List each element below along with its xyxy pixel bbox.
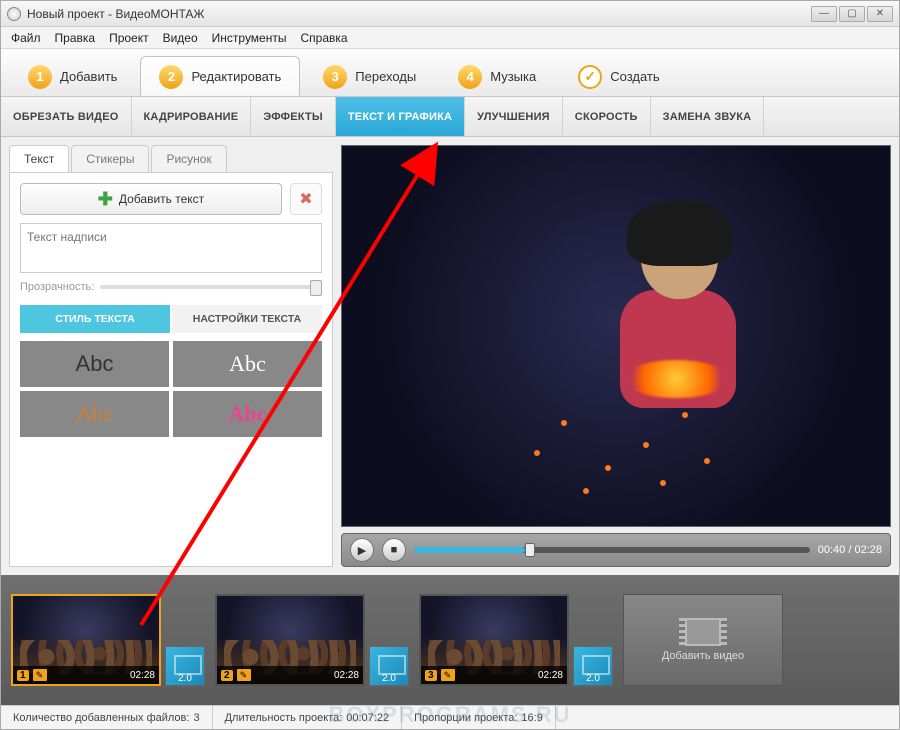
subtabs: Текст Стикеры Рисунок bbox=[9, 145, 333, 172]
pencil-icon[interactable]: ✎ bbox=[237, 669, 251, 681]
window-title: Новый проект - ВидеоМОНТАЖ bbox=[27, 7, 205, 21]
text-style-preset[interactable]: Abc bbox=[173, 341, 322, 387]
tool-text-graphics[interactable]: ТЕКСТ И ГРАФИКА bbox=[336, 97, 465, 136]
style-tabs: СТИЛЬ ТЕКСТА НАСТРОЙКИ ТЕКСТА bbox=[20, 305, 322, 333]
transition-slot[interactable]: 2.0 bbox=[369, 646, 409, 686]
player-controls: ▶ ■ 00:40 / 02:28 bbox=[341, 533, 891, 567]
clip-number: 3 bbox=[425, 670, 437, 681]
clip-number: 1 bbox=[17, 670, 29, 681]
timeline: 1 ✎ 02:28 2.0 2 ✎ 02:28 2.0 3 ✎ 02:28 2.0 Доба… bbox=[1, 575, 899, 705]
delete-icon: ✖ bbox=[299, 189, 312, 209]
menu-project[interactable]: Проект bbox=[109, 31, 149, 45]
tab-add[interactable]: 1Добавить bbox=[9, 56, 136, 96]
transition-slot[interactable]: 2.0 bbox=[165, 646, 205, 686]
tool-enhance[interactable]: УЛУЧШЕНИЯ bbox=[465, 97, 563, 136]
video-preview bbox=[341, 145, 891, 527]
caption-input[interactable] bbox=[20, 223, 322, 273]
stop-button[interactable]: ■ bbox=[382, 538, 406, 562]
menu-file[interactable]: Файл bbox=[11, 31, 41, 45]
menu-video[interactable]: Видео bbox=[163, 31, 198, 45]
check-icon: ✓ bbox=[578, 65, 602, 89]
text-style-preset[interactable]: Abc bbox=[20, 341, 169, 387]
opacity-slider[interactable] bbox=[100, 285, 322, 289]
left-panel: Текст Стикеры Рисунок ✚Добавить текст ✖ … bbox=[1, 137, 341, 575]
seek-bar[interactable] bbox=[414, 547, 810, 553]
preview-panel: ▶ ■ 00:40 / 02:28 bbox=[341, 137, 899, 575]
step-3-icon: 3 bbox=[323, 65, 347, 89]
film-icon bbox=[685, 618, 721, 646]
timeline-clip[interactable]: 3 ✎ 02:28 bbox=[419, 594, 569, 686]
edit-toolbar: ОБРЕЗАТЬ ВИДЕО КАДРИРОВАНИЕ ЭФФЕКТЫ ТЕКС… bbox=[1, 97, 899, 137]
menu-tools[interactable]: Инструменты bbox=[212, 31, 287, 45]
tool-effects[interactable]: ЭФФЕКТЫ bbox=[251, 97, 336, 136]
opacity-row: Прозрачность: bbox=[20, 281, 322, 293]
seek-knob[interactable] bbox=[525, 543, 535, 557]
opacity-label: Прозрачность: bbox=[20, 281, 94, 293]
styletab-style[interactable]: СТИЛЬ ТЕКСТА bbox=[20, 305, 170, 333]
menubar: Файл Правка Проект Видео Инструменты Спр… bbox=[1, 27, 899, 49]
seek-fill bbox=[414, 547, 525, 553]
content-area: Текст Стикеры Рисунок ✚Добавить текст ✖ … bbox=[1, 137, 899, 575]
subtab-text[interactable]: Текст bbox=[9, 145, 69, 172]
tab-edit[interactable]: 2Редактировать bbox=[140, 56, 300, 96]
close-button[interactable]: ✕ bbox=[867, 6, 893, 22]
menu-edit[interactable]: Правка bbox=[55, 31, 96, 45]
text-style-preset[interactable]: Abc bbox=[20, 391, 169, 437]
subtab-drawing[interactable]: Рисунок bbox=[151, 145, 226, 172]
text-style-preset[interactable]: Abc bbox=[173, 391, 322, 437]
step-2-icon: 2 bbox=[159, 65, 183, 89]
timeline-clip[interactable]: 1 ✎ 02:28 bbox=[11, 594, 161, 686]
delete-text-button[interactable]: ✖ bbox=[290, 183, 322, 215]
titlebar: Новый проект - ВидеоМОНТАЖ — ▢ ✕ bbox=[1, 1, 899, 27]
tool-speed[interactable]: СКОРОСТЬ bbox=[563, 97, 651, 136]
transition-slot[interactable]: 2.0 bbox=[573, 646, 613, 686]
tab-create[interactable]: ✓Создать bbox=[559, 56, 678, 96]
maximize-button[interactable]: ▢ bbox=[839, 6, 865, 22]
add-text-button[interactable]: ✚Добавить текст bbox=[20, 183, 282, 215]
pencil-icon[interactable]: ✎ bbox=[33, 669, 47, 681]
step-4-icon: 4 bbox=[458, 65, 482, 89]
tab-music[interactable]: 4Музыка bbox=[439, 56, 555, 96]
clip-duration: 02:28 bbox=[334, 670, 359, 681]
time-display: 00:40 / 02:28 bbox=[818, 544, 882, 556]
status-file-count: Количество добавленных файлов: 3 bbox=[1, 706, 213, 729]
clip-duration: 02:28 bbox=[130, 670, 155, 681]
app-window: Новый проект - ВидеоМОНТАЖ — ▢ ✕ Файл Пр… bbox=[0, 0, 900, 730]
play-button[interactable]: ▶ bbox=[350, 538, 374, 562]
text-panel: ✚Добавить текст ✖ Прозрачность: СТИЛЬ ТЕ… bbox=[9, 172, 333, 567]
styletab-settings[interactable]: НАСТРОЙКИ ТЕКСТА bbox=[172, 305, 322, 333]
pencil-icon[interactable]: ✎ bbox=[441, 669, 455, 681]
step-1-icon: 1 bbox=[28, 65, 52, 89]
status-duration: Длительность проекта: 00:07:22 bbox=[213, 706, 403, 729]
statusbar: Количество добавленных файлов: 3 Длитель… bbox=[1, 705, 899, 729]
plus-icon: ✚ bbox=[98, 189, 113, 210]
tool-crop[interactable]: КАДРИРОВАНИЕ bbox=[132, 97, 252, 136]
workflow-tabs: 1Добавить 2Редактировать 3Переходы 4Музы… bbox=[1, 49, 899, 97]
clip-number: 2 bbox=[221, 670, 233, 681]
tool-audio-replace[interactable]: ЗАМЕНА ЗВУКА bbox=[651, 97, 765, 136]
timeline-clip[interactable]: 2 ✎ 02:28 bbox=[215, 594, 365, 686]
status-aspect: Пропорции проекта: 16:9 bbox=[402, 706, 556, 729]
clip-duration: 02:28 bbox=[538, 670, 563, 681]
menu-help[interactable]: Справка bbox=[300, 31, 347, 45]
add-video-button[interactable]: Добавить видео bbox=[623, 594, 783, 686]
style-grid: Abc Abc Abc Abc bbox=[20, 341, 322, 437]
app-icon bbox=[7, 7, 21, 21]
minimize-button[interactable]: — bbox=[811, 6, 837, 22]
tab-transitions[interactable]: 3Переходы bbox=[304, 56, 435, 96]
tool-trim[interactable]: ОБРЕЗАТЬ ВИДЕО bbox=[1, 97, 132, 136]
subtab-stickers[interactable]: Стикеры bbox=[71, 145, 149, 172]
